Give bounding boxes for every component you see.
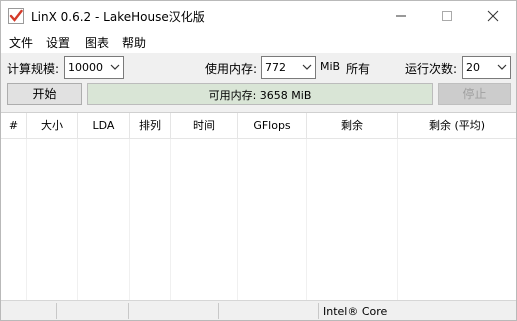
start-button[interactable]: 开始 — [7, 83, 82, 105]
menu-bar: 文件 设置 图表 帮助 — [1, 31, 516, 53]
memory-label: 使用内存: — [205, 62, 258, 76]
column-align[interactable]: 排列 — [130, 113, 171, 139]
column-residual-avg[interactable]: 剩余 (平均) — [398, 113, 516, 139]
runs-select[interactable]: 20 — [462, 56, 511, 79]
column-divider — [129, 139, 130, 301]
table-header: # 大小 LDA 排列 时间 GFlops 剩余 剩余 (平均) — [1, 113, 516, 139]
title-bar[interactable]: LinX 0.6.2 - LakeHouse汉化版 — [1, 1, 516, 31]
runs-label: 运行次数: — [405, 62, 458, 76]
column-size[interactable]: 大小 — [27, 113, 78, 139]
status-bar: Intel® Core — [1, 300, 516, 320]
column-lda[interactable]: LDA — [78, 113, 130, 139]
menu-file[interactable]: 文件 — [9, 34, 33, 51]
problem-size-value: 10000 — [68, 61, 103, 74]
app-check-icon — [8, 8, 24, 24]
close-button[interactable] — [470, 1, 516, 31]
column-divider — [77, 139, 78, 301]
memory-unit: MiB — [320, 60, 341, 73]
available-memory-text: 可用内存: 3658 MiB — [208, 89, 312, 102]
stop-button[interactable]: 停止 — [438, 83, 511, 105]
status-cell — [57, 303, 129, 319]
cpu-info-text: Intel® Core — [323, 305, 388, 318]
results-table: # 大小 LDA 排列 时间 GFlops 剩余 剩余 (平均) — [1, 112, 516, 301]
runs-value: 20 — [466, 61, 480, 74]
memory-value: 772 — [265, 61, 286, 74]
status-cell — [1, 303, 57, 319]
memory-select[interactable]: 772 — [261, 56, 316, 79]
column-time[interactable]: 时间 — [171, 113, 238, 139]
minimize-icon — [396, 15, 406, 17]
column-gflops[interactable]: GFlops — [238, 113, 307, 139]
column-divider — [237, 139, 238, 301]
column-divider — [26, 139, 27, 301]
status-cell — [129, 303, 219, 319]
chevron-down-icon — [302, 64, 312, 70]
app-window: LinX 0.6.2 - LakeHouse汉化版 文件 设置 图表 帮助 计算… — [0, 0, 517, 321]
column-divider — [170, 139, 171, 301]
column-divider — [397, 139, 398, 301]
menu-help[interactable]: 帮助 — [122, 34, 146, 51]
menu-charts[interactable]: 图表 — [85, 34, 109, 51]
maximize-button[interactable] — [424, 1, 470, 31]
menu-settings[interactable]: 设置 — [46, 34, 70, 51]
status-cell — [219, 303, 319, 319]
chevron-down-icon — [497, 64, 507, 70]
column-divider — [306, 139, 307, 301]
problem-size-select[interactable]: 10000 — [64, 56, 124, 79]
maximize-icon — [442, 11, 452, 21]
action-row: 开始 可用内存: 3658 MiB 停止 — [1, 83, 516, 107]
settings-row: 计算规模: 10000 使用内存: 772 MiB 所有 运行次数: 20 — [1, 55, 516, 81]
window-title: LinX 0.6.2 - LakeHouse汉化版 — [31, 10, 205, 24]
minimize-button[interactable] — [378, 1, 424, 31]
chevron-down-icon — [110, 64, 120, 70]
all-memory-option[interactable]: 所有 — [346, 60, 370, 77]
column-index[interactable]: # — [1, 113, 27, 139]
close-icon — [487, 10, 499, 22]
column-residual[interactable]: 剩余 — [307, 113, 398, 139]
problem-size-label: 计算规模: — [7, 62, 60, 76]
memory-progress-bar: 可用内存: 3658 MiB — [87, 83, 433, 105]
